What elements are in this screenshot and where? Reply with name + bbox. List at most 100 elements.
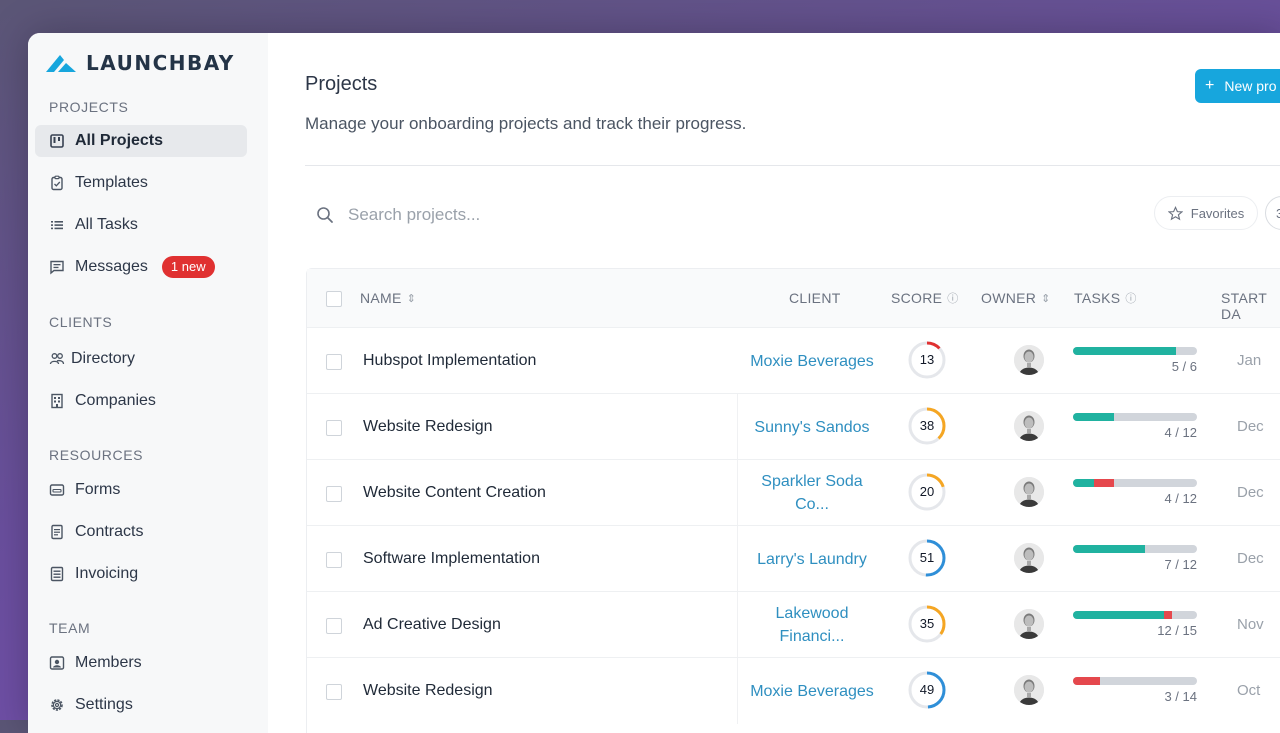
projects-table: NAME ⇕ CLIENT SCORE ⓘ OWNER ⇕ TASKS ⓘ ST… [306, 268, 1280, 733]
score-ring: 38 [907, 406, 947, 446]
invoice-icon [50, 566, 64, 582]
project-name[interactable]: Hubspot Implementation [363, 352, 536, 370]
tasks-progress-bar [1073, 611, 1197, 619]
table-row[interactable]: Ad Creative Design Lakewood Financi... 35 12… [307, 591, 1280, 658]
client-link[interactable]: Sunny's Sandos [737, 416, 887, 439]
row-checkbox[interactable] [326, 552, 342, 568]
sidebar-item-label: Companies [75, 392, 156, 409]
column-header-start-date[interactable]: START DA [1221, 290, 1280, 322]
tasks-done-segment [1073, 611, 1164, 619]
score-ring: 13 [907, 340, 947, 380]
client-link[interactable]: Lakewood Financi... [737, 602, 887, 648]
tasks-count: 7 / 12 [1164, 557, 1197, 572]
owner-avatar[interactable] [1014, 543, 1044, 573]
main-content: Projects Manage your onboarding projects… [268, 33, 1280, 733]
score-ring: 51 [907, 538, 947, 578]
users-icon [49, 353, 65, 365]
sidebar-item-label: Members [75, 654, 142, 671]
project-name[interactable]: Website Redesign [363, 682, 493, 700]
score-value: 38 [919, 418, 935, 433]
column-header-score[interactable]: SCORE ⓘ [891, 290, 959, 306]
row-checkbox[interactable] [326, 420, 342, 436]
sidebar-item-templates[interactable]: Templates [35, 167, 247, 199]
score-value: 20 [919, 484, 935, 499]
sidebar-item-label: All Projects [75, 132, 164, 149]
table-row[interactable]: Hubspot Implementation Moxie Beverages 13 5… [307, 327, 1280, 394]
score-value: 49 [919, 682, 935, 697]
sidebar-item-directory[interactable]: Directory [35, 343, 247, 375]
form-icon [49, 484, 65, 496]
client-link[interactable]: Moxie Beverages [737, 680, 887, 703]
project-name[interactable]: Ad Creative Design [363, 616, 501, 634]
select-all-checkbox[interactable] [326, 291, 342, 307]
owner-avatar[interactable] [1014, 411, 1044, 441]
table-row[interactable]: Software Implementation Larry's Laundry 51… [307, 525, 1280, 592]
client-name-line: Financi... [779, 628, 845, 645]
sidebar-item-all-tasks[interactable]: All Tasks [35, 209, 247, 241]
start-date: Nov [1237, 616, 1264, 633]
table-row[interactable]: Website Redesign Moxie Beverages 49 3 / 14 O… [307, 657, 1280, 724]
search-input[interactable] [346, 204, 850, 226]
sidebar-item-invoicing[interactable]: Invoicing [35, 558, 247, 590]
sidebar-item-label: Settings [75, 696, 133, 713]
tasks-count: 12 / 15 [1157, 623, 1197, 638]
filter-count-button[interactable]: 3 [1265, 196, 1280, 230]
owner-avatar[interactable] [1014, 609, 1044, 639]
sidebar-item-settings[interactable]: Settings [35, 689, 247, 721]
column-header-name[interactable]: NAME ⇕ [360, 290, 416, 306]
column-label: CLIENT [789, 290, 841, 306]
brand-logo[interactable]: LAUNCHBAY [44, 49, 235, 77]
owner-avatar[interactable] [1014, 675, 1044, 705]
score-value: 51 [919, 550, 935, 565]
sidebar-item-contracts[interactable]: Contracts [35, 516, 247, 548]
row-checkbox[interactable] [326, 684, 342, 700]
favorites-filter-button[interactable]: Favorites [1154, 196, 1258, 230]
sidebar-item-label: Forms [75, 481, 121, 498]
project-name[interactable]: Website Content Creation [363, 484, 546, 502]
sidebar-item-forms[interactable]: Forms [35, 474, 247, 506]
sidebar-item-all-projects[interactable]: All Projects [35, 125, 247, 157]
sidebar: LAUNCHBAY PROJECTS All Projects Template… [28, 33, 268, 733]
section-label-projects: PROJECTS [49, 99, 129, 115]
brand-name: LAUNCHBAY [86, 51, 235, 75]
column-header-owner[interactable]: OWNER ⇕ [981, 290, 1051, 306]
app-window: LAUNCHBAY PROJECTS All Projects Template… [28, 33, 1280, 733]
page-subtitle: Manage your onboarding projects and trac… [305, 114, 747, 133]
score-ring: 49 [907, 670, 947, 710]
member-card-icon [49, 656, 65, 670]
start-date: Dec [1237, 418, 1264, 435]
plus-icon: + [1205, 77, 1215, 94]
start-date: Dec [1237, 550, 1264, 567]
sidebar-item-label: Templates [75, 174, 148, 191]
row-checkbox[interactable] [326, 354, 342, 370]
column-header-client[interactable]: CLIENT [789, 290, 841, 306]
client-link[interactable]: Moxie Beverages [737, 350, 887, 373]
score-ring: 35 [907, 604, 947, 644]
column-label: NAME [360, 290, 402, 306]
tasks-done-segment [1073, 479, 1094, 487]
sidebar-item-messages[interactable]: Messages 1 new [35, 251, 247, 283]
column-label: START DA [1221, 290, 1267, 322]
owner-avatar[interactable] [1014, 477, 1044, 507]
new-project-button[interactable]: + New pro [1195, 69, 1280, 103]
tasks-overdue-segment [1073, 677, 1100, 685]
column-label: SCORE [891, 290, 943, 306]
row-checkbox[interactable] [326, 618, 342, 634]
gear-icon [51, 699, 63, 711]
column-header-tasks[interactable]: TASKS ⓘ [1074, 290, 1137, 306]
star-icon [1167, 205, 1183, 220]
sidebar-item-companies[interactable]: Companies [35, 385, 247, 417]
tasks-done-segment [1073, 347, 1177, 355]
client-link[interactable]: Larry's Laundry [737, 548, 887, 571]
client-link[interactable]: Sparkler Soda Co... [737, 470, 887, 516]
client-name-line: Sparkler Soda [761, 473, 863, 490]
search-icon [317, 207, 333, 223]
row-checkbox[interactable] [326, 486, 342, 502]
project-name[interactable]: Website Redesign [363, 418, 493, 436]
client-name-line: Sunny's Sandos [754, 419, 870, 436]
table-row[interactable]: Website Redesign Sunny's Sandos 38 4 / 12 De… [307, 393, 1280, 460]
table-row[interactable]: Website Content Creation Sparkler Soda Co.… [307, 459, 1280, 526]
project-name[interactable]: Software Implementation [363, 550, 540, 568]
owner-avatar[interactable] [1014, 345, 1044, 375]
sidebar-item-members[interactable]: Members [35, 647, 247, 679]
